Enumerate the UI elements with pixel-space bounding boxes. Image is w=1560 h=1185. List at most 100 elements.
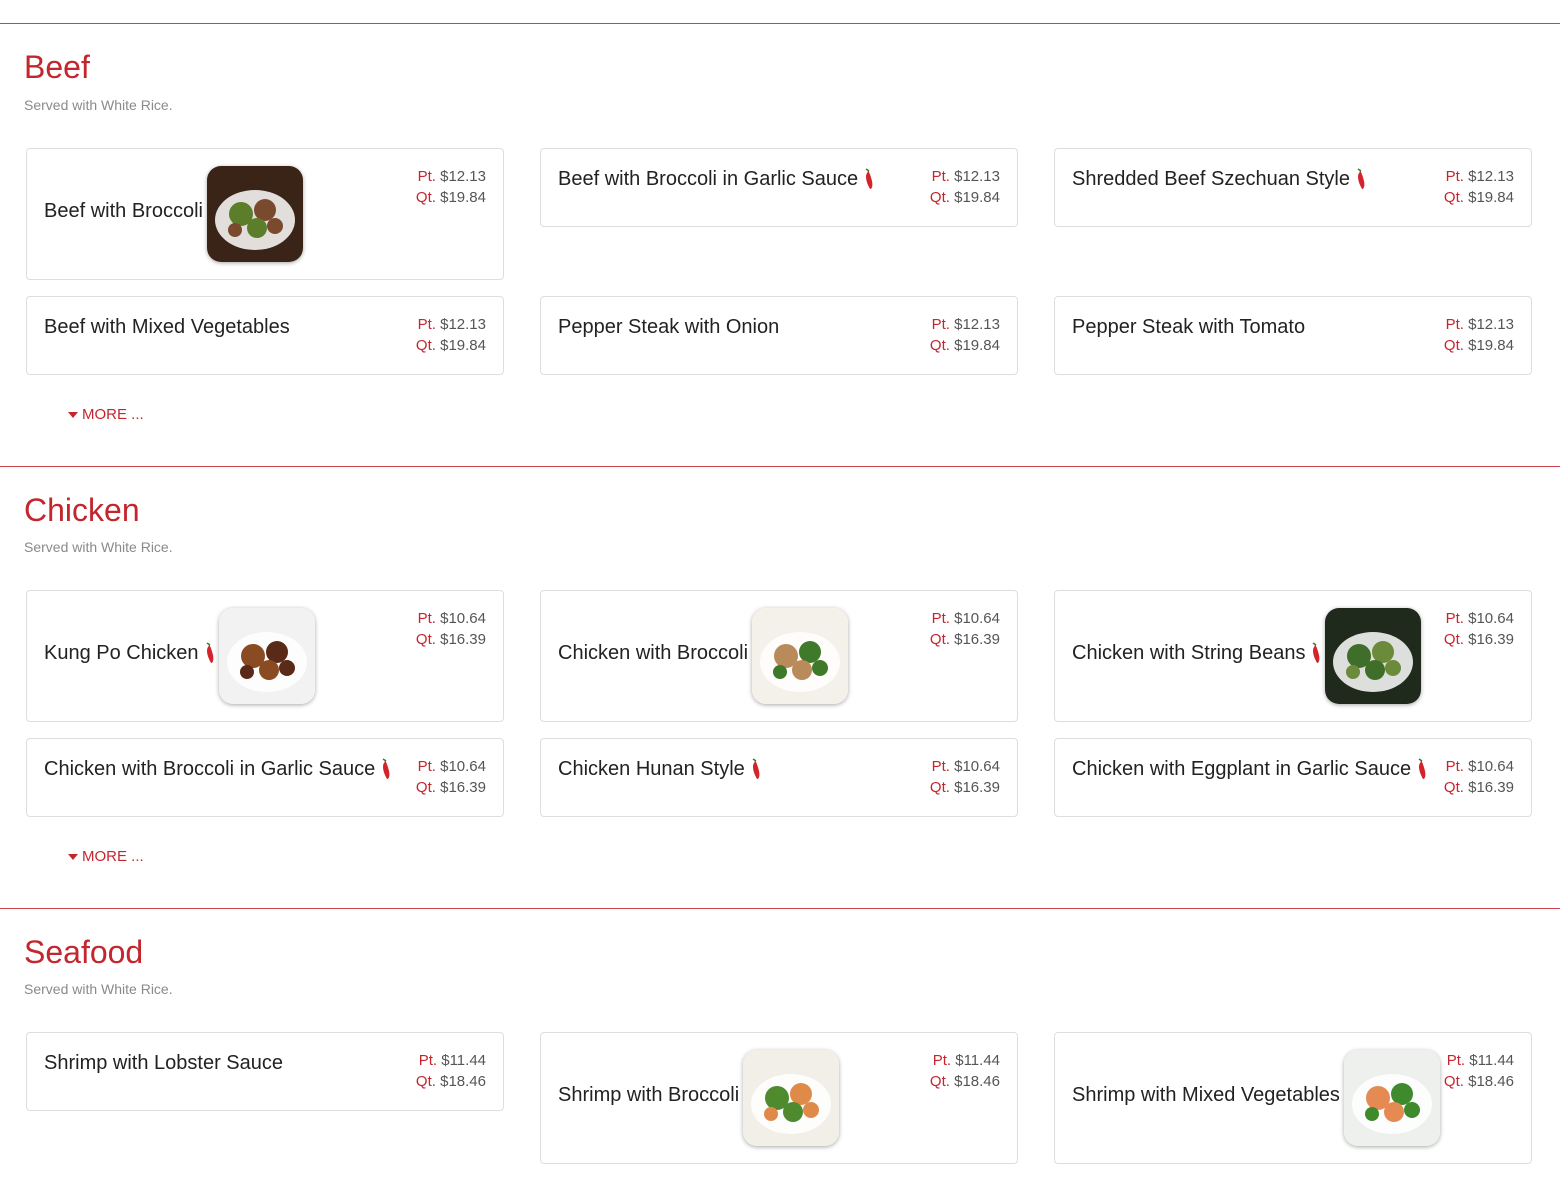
- section-title: Seafood: [24, 934, 144, 970]
- menu-item-name-row: Pepper Steak with Tomato: [1072, 313, 1305, 341]
- menu-item-name: Chicken with String Beans: [1072, 641, 1306, 664]
- menu-item-prices: Pt. $11.44 Qt. $18.46: [930, 1050, 1000, 1092]
- chili-pepper-icon: [752, 758, 760, 779]
- menu-item-card[interactable]: Chicken with String Beans Pt. $10.64 Qt.…: [1054, 590, 1532, 722]
- section-title: Beef: [24, 49, 90, 85]
- pint-price: Pt. $11.44: [418, 1052, 486, 1069]
- chili-pepper-icon: [382, 758, 390, 779]
- menu-item-name-row: Chicken with String Beans: [1072, 608, 1422, 704]
- menu-item-prices: Pt. $10.64 Qt. $16.39: [1444, 608, 1514, 650]
- menu-item-photo: [1343, 1050, 1440, 1146]
- menu-item-name: Beef with Broccoli in Garlic Sauce: [558, 167, 859, 190]
- menu-item-name: Chicken with Eggplant in Garlic Sauce: [1072, 757, 1412, 780]
- menu-item-card[interactable]: Chicken with Broccoli in Garlic Sauce Pt…: [26, 738, 504, 817]
- menu-item-card[interactable]: Beef with Mixed Vegetables Pt. $12.13 Qt…: [26, 296, 504, 375]
- chili-pepper-icon: [1313, 642, 1320, 663]
- menu-item-name: Pepper Steak with Onion: [558, 315, 780, 338]
- pint-price: Pt. $11.44: [1446, 1052, 1514, 1069]
- menu-item-name: Chicken Hunan Style: [558, 757, 745, 780]
- menu-item-name-row: Beef with Broccoli: [44, 166, 303, 262]
- menu-item-photo: [218, 608, 315, 704]
- menu-item-name-row: Shrimp with Lobster Sauce: [44, 1049, 283, 1077]
- pint-price: Pt. $10.64: [1445, 758, 1514, 775]
- chili-pepper-icon: [1357, 168, 1365, 189]
- menu-item-prices: Pt. $11.44 Qt. $18.46: [1444, 1050, 1514, 1092]
- pint-price: Pt. $12.13: [1445, 316, 1514, 333]
- quart-price: Qt. $19.84: [1443, 337, 1514, 354]
- quart-price: Qt. $16.39: [1443, 779, 1514, 796]
- menu-item-name: Shrimp with Mixed Vegetables: [1072, 1083, 1340, 1106]
- quart-price: Qt. $18.46: [1443, 1073, 1514, 1090]
- menu-item-prices: Pt. $10.64 Qt. $16.39: [416, 608, 486, 650]
- quart-price: Qt. $19.84: [929, 189, 1000, 206]
- quart-price: Qt. $19.84: [1443, 189, 1514, 206]
- pint-price: Pt. $10.64: [417, 610, 486, 627]
- menu-item-prices: Pt. $12.13 Qt. $19.84: [930, 166, 1000, 208]
- menu-item-prices: Pt. $10.64 Qt. $16.39: [416, 756, 486, 798]
- more-button[interactable]: MORE ...: [68, 406, 144, 423]
- quart-price: Qt. $16.39: [929, 779, 1000, 796]
- pint-price: Pt. $10.64: [1445, 610, 1514, 627]
- menu-item-card[interactable]: Beef with Broccoli Pt. $12.13 Qt. $19.84: [26, 148, 504, 280]
- pint-price: Pt. $10.64: [417, 758, 486, 775]
- menu-item-card[interactable]: Pepper Steak with Onion Pt. $12.13 Qt. $…: [540, 296, 1018, 375]
- menu-item-card[interactable]: Shredded Beef Szechuan Style Pt. $12.13 …: [1054, 148, 1532, 227]
- menu-item-name-row: Chicken with Eggplant in Garlic Sauce: [1072, 755, 1427, 783]
- menu-item-card[interactable]: Shrimp with Broccoli Pt. $11.44 Qt. $18.…: [540, 1032, 1018, 1164]
- caret-down-icon: [68, 411, 78, 418]
- menu-item-name: Shrimp with Lobster Sauce: [44, 1051, 284, 1074]
- menu-item-name-row: Kung Po Chicken: [44, 608, 315, 704]
- quart-price: Qt. $18.46: [929, 1073, 1000, 1090]
- quart-price: Qt. $18.46: [415, 1073, 486, 1090]
- more-button[interactable]: MORE ...: [68, 848, 144, 865]
- menu-item-name: Beef with Mixed Vegetables: [44, 315, 290, 338]
- menu-item-name: Shrimp with Broccoli: [558, 1083, 740, 1106]
- chili-pepper-icon: [865, 168, 873, 189]
- menu-item-card[interactable]: Chicken Hunan Style Pt. $10.64 Qt. $16.3…: [540, 738, 1018, 817]
- pint-price: Pt. $12.13: [417, 316, 486, 333]
- menu-item-prices: Pt. $10.64 Qt. $16.39: [930, 608, 1000, 650]
- menu-item-name-row: Shrimp with Mixed Vegetables: [1072, 1050, 1440, 1146]
- quart-price: Qt. $16.39: [929, 631, 1000, 648]
- quart-price: Qt. $16.39: [1443, 631, 1514, 648]
- menu-item-photo: [206, 166, 303, 262]
- menu-item-photo: [1325, 608, 1422, 704]
- menu-item-prices: Pt. $11.44 Qt. $18.46: [416, 1050, 486, 1092]
- menu-item-name-row: Shredded Beef Szechuan Style: [1072, 165, 1366, 193]
- quart-price: Qt. $19.84: [415, 189, 486, 206]
- quart-price: Qt. $19.84: [929, 337, 1000, 354]
- menu-item-card[interactable]: Shrimp with Lobster Sauce Pt. $11.44 Qt.…: [26, 1032, 504, 1111]
- menu-item-prices: Pt. $12.13 Qt. $19.84: [416, 314, 486, 356]
- menu-item-name: Shredded Beef Szechuan Style: [1072, 167, 1350, 190]
- pint-price: Pt. $10.64: [931, 610, 1000, 627]
- section-divider: [0, 23, 1560, 24]
- menu-item-name-row: Shrimp with Broccoli: [558, 1050, 840, 1146]
- menu-item-name-row: Beef with Broccoli in Garlic Sauce: [558, 165, 874, 193]
- chili-pepper-icon: [1418, 758, 1426, 779]
- menu-item-name: Kung Po Chicken: [44, 641, 199, 664]
- pint-price: Pt. $11.44: [932, 1052, 1000, 1069]
- quart-price: Qt. $19.84: [415, 337, 486, 354]
- section-divider: [0, 466, 1560, 467]
- pint-price: Pt. $12.13: [931, 316, 1000, 333]
- pint-price: Pt. $12.13: [1445, 168, 1514, 185]
- menu-item-card[interactable]: Chicken with Broccoli Pt. $10.64 Qt. $16…: [540, 590, 1018, 722]
- menu-item-card[interactable]: Shrimp with Mixed Vegetables Pt. $11.44 …: [1054, 1032, 1532, 1164]
- pint-price: Pt. $10.64: [931, 758, 1000, 775]
- pint-price: Pt. $12.13: [417, 168, 486, 185]
- menu-item-name-row: Pepper Steak with Onion: [558, 313, 779, 341]
- menu-item-card[interactable]: Beef with Broccoli in Garlic Sauce Pt. $…: [540, 148, 1018, 227]
- pint-price: Pt. $12.13: [931, 168, 1000, 185]
- section-subtitle: Served with White Rice.: [24, 97, 173, 113]
- menu-item-prices: Pt. $12.13 Qt. $19.84: [416, 166, 486, 208]
- menu-item-name: Chicken with Broccoli: [558, 641, 749, 664]
- menu-item-card[interactable]: Kung Po Chicken Pt. $10.64 Qt. $16.39: [26, 590, 504, 722]
- section-divider: [0, 908, 1560, 909]
- caret-down-icon: [68, 853, 78, 860]
- menu-item-name: Chicken with Broccoli in Garlic Sauce: [44, 757, 376, 780]
- menu-item-card[interactable]: Chicken with Eggplant in Garlic Sauce Pt…: [1054, 738, 1532, 817]
- section-subtitle: Served with White Rice.: [24, 981, 173, 997]
- menu-item-photo: [743, 1050, 840, 1146]
- menu-item-prices: Pt. $10.64 Qt. $16.39: [930, 756, 1000, 798]
- menu-item-card[interactable]: Pepper Steak with Tomato Pt. $12.13 Qt. …: [1054, 296, 1532, 375]
